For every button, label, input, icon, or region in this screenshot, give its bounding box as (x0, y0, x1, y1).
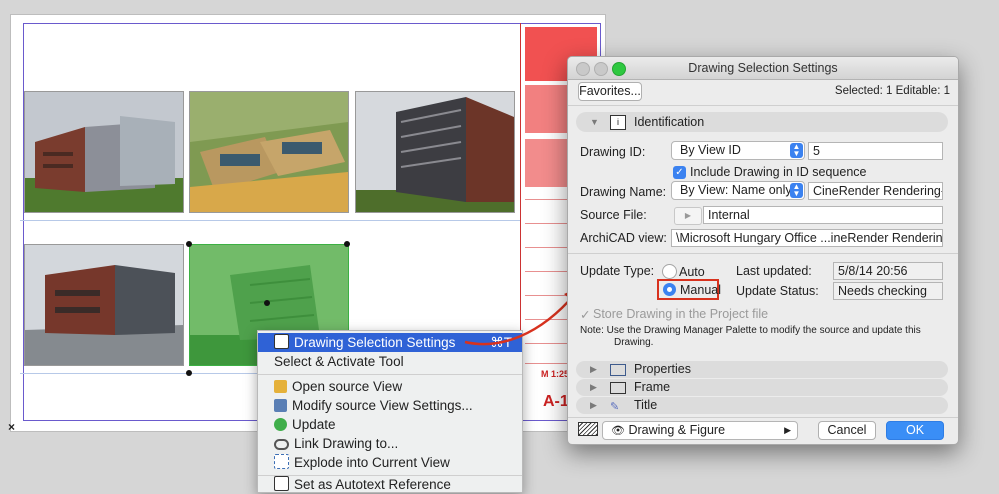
store-drawing-label: Store Drawing in the Project file (593, 307, 769, 321)
drawing-settings-icon (274, 334, 289, 349)
include-in-sequence-label: Include Drawing in ID sequence (690, 165, 867, 179)
note-line-2: Drawing. (614, 337, 654, 348)
update-status-field: Needs checking (833, 282, 943, 300)
explode-icon (274, 454, 289, 469)
drawing-selection-settings-dialog: Drawing Selection Settings Favorites... … (567, 56, 959, 445)
section-frame[interactable]: ▶ Frame (576, 379, 948, 396)
menu-item-label: Drawing Selection Settings (294, 335, 456, 350)
section-label: Frame (634, 380, 671, 394)
scale-label: M 1:25 (541, 369, 570, 379)
section-label: Title (634, 398, 658, 412)
select-value: By View ID (680, 143, 741, 157)
last-updated-label: Last updated: (736, 264, 812, 278)
menu-item-label: Update (292, 417, 336, 432)
open-folder-icon (274, 380, 287, 393)
popup-stepper-icon: ▲ ▼ (790, 183, 803, 198)
store-drawing-checkbox[interactable]: ✓ (580, 307, 590, 322)
dialog-divider (568, 417, 958, 418)
auto-radio-label: Auto (679, 265, 705, 279)
menu-item-explode-into-current-view[interactable]: Explode into Current View (258, 453, 522, 472)
drawing-thumbnail-2[interactable] (189, 91, 349, 213)
drawing-thumbnail-3[interactable] (355, 91, 515, 213)
disclosure-triangle-expanded-icon[interactable]: ▼ (590, 112, 599, 132)
source-file-link-icon[interactable]: ▶ (674, 207, 702, 225)
drawing-name-label: Drawing Name: (580, 185, 667, 199)
menu-item-open-source-view[interactable]: Open source View (258, 377, 522, 396)
include-in-sequence-checkbox[interactable]: ✓ (673, 166, 686, 179)
properties-icon (610, 364, 626, 376)
drawing-thumbnail-1[interactable] (24, 91, 184, 213)
origin-mark: × (8, 420, 16, 434)
layer-select[interactable]: 👁 Drawing & Figure ▶ (602, 421, 798, 440)
disclosure-triangle-collapsed-icon[interactable]: ▶ (590, 379, 597, 396)
note-line-1: Note: Use the Drawing Manager Palette to… (580, 325, 921, 336)
archicad-view-field: \Microsoft Hungary Office ...ineRender R… (671, 229, 943, 247)
menu-item-label: Select & Activate Tool (274, 354, 404, 369)
archicad-view-label: ArchiCAD view: (580, 231, 667, 245)
menu-item-link-drawing[interactable]: Link Drawing to... (258, 434, 522, 453)
source-file-label: Source File: (580, 208, 647, 222)
update-type-label: Update Type: (580, 264, 655, 278)
menu-item-label: Open source View (292, 379, 403, 394)
menu-item-update[interactable]: Update (258, 415, 522, 434)
menu-item-label: Link Drawing to... (294, 436, 399, 451)
menu-item-modify-source-view-settings[interactable]: Modify source View Settings... (258, 396, 522, 415)
source-file-field: Internal (703, 206, 943, 224)
drawing-id-mode-select[interactable]: By View ID ▲ ▼ (671, 141, 805, 160)
frame-icon (610, 382, 626, 394)
manual-radio-label: Manual (680, 283, 721, 297)
last-updated-field: 5/8/14 20:56 (833, 262, 943, 280)
chevron-right-icon: ▶ (784, 425, 791, 435)
view-settings-icon (274, 399, 287, 412)
popup-stepper-icon: ▲ ▼ (790, 143, 803, 158)
selection-handle[interactable] (264, 300, 270, 306)
selection-info: Selected: 1 Editable: 1 (834, 85, 950, 97)
cancel-button[interactable]: Cancel (818, 421, 876, 440)
selection-handle[interactable] (186, 370, 192, 376)
menu-item-set-autotext-reference[interactable]: Set as Autotext Reference (258, 475, 522, 494)
layer-icon (578, 422, 598, 436)
dialog-divider (568, 253, 958, 254)
selection-handle[interactable] (186, 241, 192, 247)
drawing-id-field[interactable]: 5 (808, 142, 943, 160)
select-value: Drawing & Figure (628, 423, 726, 437)
manual-radio[interactable] (663, 283, 676, 296)
placement-guide (20, 220, 520, 221)
section-properties[interactable]: ▶ Properties (576, 361, 948, 378)
disclosure-triangle-collapsed-icon[interactable]: ▶ (590, 361, 597, 378)
favorites-button[interactable]: Favorites... (578, 82, 642, 101)
eye-icon: 👁 (611, 425, 625, 437)
menu-item-label: Explode into Current View (294, 455, 450, 470)
link-icon (274, 439, 289, 450)
menu-separator (258, 374, 522, 375)
section-identification[interactable]: ▼ i Identification (576, 112, 948, 132)
selection-handle[interactable] (344, 241, 350, 247)
dialog-divider (568, 105, 958, 106)
menu-item-label: Set as Autotext Reference (294, 477, 451, 492)
select-value: By View: Name only (680, 183, 792, 197)
render-image (356, 92, 514, 212)
drawing-thumbnail-4[interactable] (24, 244, 184, 366)
update-status-label: Update Status: (736, 284, 819, 298)
drawing-id-label: Drawing ID: (580, 145, 646, 159)
dialog-title: Drawing Selection Settings (688, 61, 838, 75)
disclosure-triangle-collapsed-icon[interactable]: ▶ (590, 397, 597, 414)
menu-item-label: Modify source View Settings... (292, 398, 473, 413)
update-icon (274, 418, 287, 431)
drawing-name-mode-select[interactable]: By View: Name only ▲ ▼ (671, 181, 805, 200)
render-image (25, 245, 183, 365)
sheet-number: A-1 (543, 393, 569, 410)
section-label: Identification (634, 115, 705, 129)
render-image (190, 92, 348, 212)
title-pencil-icon: ✎ (610, 401, 620, 413)
drawing-name-field[interactable]: CineRender Rendering-05 (808, 182, 943, 200)
render-image (25, 92, 183, 212)
ok-button[interactable]: OK (886, 421, 944, 440)
dialog-titlebar: Drawing Selection Settings (568, 57, 958, 80)
section-label: Properties (634, 362, 691, 376)
identification-icon: i (610, 115, 626, 130)
autotext-icon (274, 476, 289, 491)
auto-radio[interactable] (662, 264, 677, 279)
section-title[interactable]: ▶ ✎ Title (576, 397, 948, 414)
